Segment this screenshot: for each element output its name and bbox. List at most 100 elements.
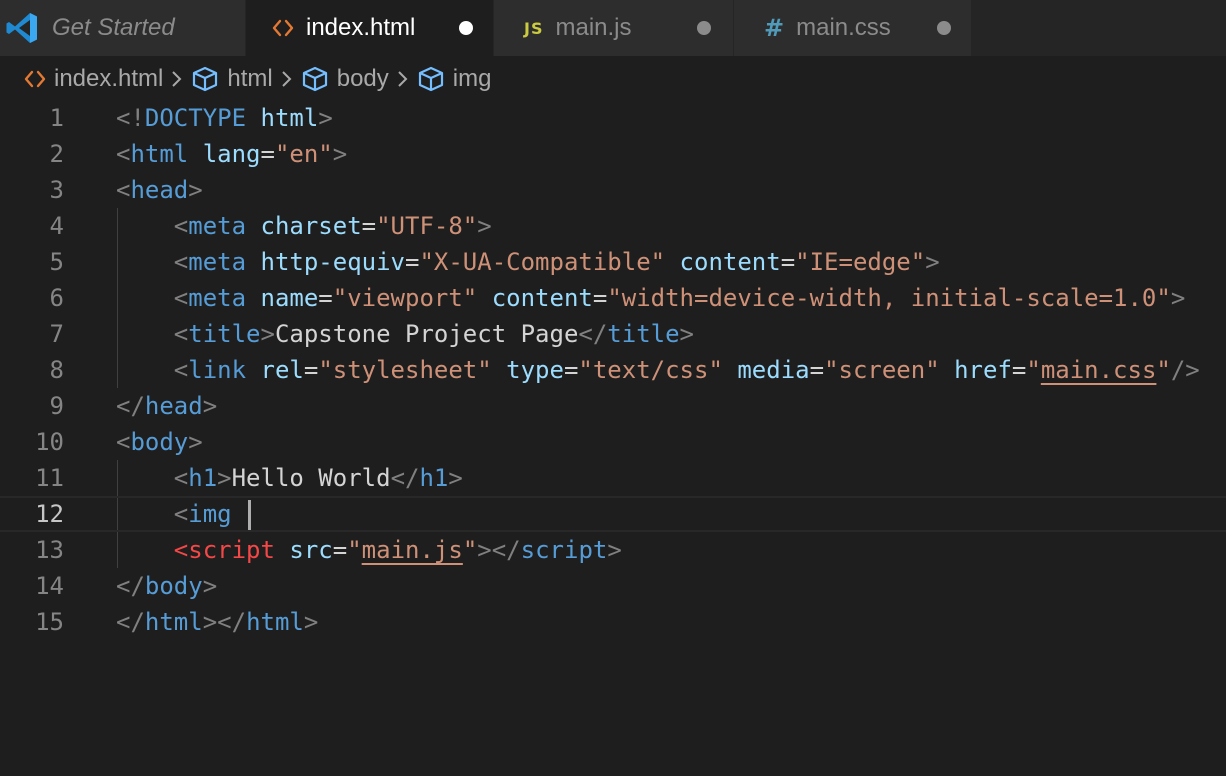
code-tag-name: html — [130, 140, 189, 168]
tab-get-started[interactable]: Get Started — [0, 0, 246, 56]
code-content[interactable]: <script src="main.js"></script> — [116, 532, 622, 568]
line-number: 12 — [35, 500, 64, 528]
code-content[interactable]: <h1>Hello World</h1> — [116, 460, 463, 496]
line-number: 11 — [35, 464, 64, 492]
code-tag-name: meta — [188, 284, 247, 312]
code-attribute: lang — [202, 140, 261, 168]
code-tag-name: h1 — [419, 464, 449, 492]
code-string: " — [1156, 356, 1171, 384]
code-tag-name: head — [144, 392, 203, 420]
code-text: = — [332, 536, 348, 564]
code-line[interactable]: 2 <html lang="en"> — [0, 136, 1226, 172]
code-text: = — [361, 212, 377, 240]
code-content[interactable]: <head> — [116, 172, 203, 208]
code-punctuation: </ — [116, 608, 145, 636]
tab-label: Get Started — [52, 14, 175, 41]
code-tag-name: h1 — [188, 464, 218, 492]
code-tag-name: html — [246, 608, 304, 636]
tab-main-js[interactable]: JS main.js — [494, 0, 734, 56]
code-text: Hello World — [231, 464, 391, 492]
code-content[interactable]: </head> — [116, 388, 217, 424]
code-punctuation: < — [173, 500, 189, 528]
code-text: = — [563, 356, 579, 384]
code-content[interactable]: <link rel="stylesheet" type="text/css" m… — [116, 352, 1200, 388]
code-link[interactable]: main.css — [1041, 356, 1157, 384]
line-number: 10 — [35, 428, 64, 456]
breadcrumb-label: html — [227, 65, 273, 92]
code-line[interactable]: 14 </body> — [0, 568, 1226, 604]
tab-main-css[interactable]: # main.css — [734, 0, 972, 56]
unsaved-dot-icon[interactable] — [459, 21, 473, 35]
code-punctuation: < — [116, 176, 131, 204]
code-line[interactable]: 10 <body> — [0, 424, 1226, 460]
code-text: = — [260, 140, 275, 168]
code-content[interactable]: <meta charset="UTF-8"> — [116, 208, 492, 244]
line-number: 14 — [35, 572, 64, 600]
css-file-icon: # — [764, 14, 785, 42]
code-line[interactable]: 15 </html></html> — [0, 604, 1226, 640]
code-tag-name: head — [130, 176, 189, 204]
code-punctuation: > — [202, 572, 218, 600]
code-content[interactable]: <meta name="viewport" content="width=dev… — [116, 280, 1186, 316]
breadcrumb-item-body[interactable]: body — [301, 65, 389, 93]
unsaved-dot-icon[interactable] — [937, 21, 951, 35]
code-line[interactable]: 5 <meta http-equiv="X-UA-Compatible" con… — [0, 244, 1226, 280]
breadcrumb-item-img[interactable]: img — [417, 65, 491, 93]
chevron-right-icon — [171, 69, 183, 89]
code-line[interactable]: 1 <!DOCTYPE html> — [0, 100, 1226, 136]
code-punctuation: > — [303, 608, 319, 636]
code-content[interactable]: </html></html> — [116, 604, 318, 640]
unsaved-dot-icon[interactable] — [697, 21, 711, 35]
code-line[interactable]: 3 <head> — [0, 172, 1226, 208]
code-line[interactable]: 4 <meta charset="UTF-8"> — [0, 208, 1226, 244]
breadcrumb: index.html html body img — [0, 56, 1226, 102]
code-text: = — [592, 284, 608, 312]
code-text: = — [780, 248, 796, 276]
code-attribute: http-equiv — [260, 248, 406, 276]
code-line[interactable]: 7 <title>Capstone Project Page</title> — [0, 316, 1226, 352]
tab-label: main.js — [555, 14, 632, 41]
code-line[interactable]: 12 <img — [0, 496, 1226, 532]
code-content[interactable]: <html lang="en"> — [116, 136, 347, 172]
code-line[interactable]: 8 <link rel="stylesheet" type="text/css"… — [0, 352, 1226, 388]
code-string: " — [462, 536, 478, 564]
code-attribute: content — [679, 248, 781, 276]
code-tag-name: script — [520, 536, 608, 564]
code-tag-name: meta — [188, 212, 247, 240]
code-text: = — [303, 356, 319, 384]
code-content[interactable]: <!DOCTYPE html> — [116, 100, 333, 136]
code-punctuation: > — [332, 140, 348, 168]
breadcrumb-item-file[interactable]: index.html — [24, 65, 163, 93]
code-content[interactable]: </body> — [116, 568, 217, 604]
code-line[interactable]: 6 <meta name="viewport" content="width=d… — [0, 280, 1226, 316]
code-line[interactable]: 13 <script src="main.js"></script> — [0, 532, 1226, 568]
breadcrumb-item-html[interactable]: html — [191, 65, 273, 93]
code-editor[interactable]: 1 <!DOCTYPE html> 2 <html lang="en"> 3 <head>… — [0, 100, 1226, 776]
code-punctuation: < — [173, 248, 189, 276]
code-string: "IE=edge" — [795, 248, 926, 276]
code-tag-name: DOCTYPE — [144, 104, 247, 132]
line-number: 3 — [49, 176, 64, 204]
code-string: "UTF-8" — [376, 212, 478, 240]
code-line[interactable]: 9 </head> — [0, 388, 1226, 424]
code-punctuation: < — [173, 356, 189, 384]
code-content[interactable]: <title>Capstone Project Page</title> — [116, 316, 694, 352]
code-string: " — [1026, 356, 1041, 384]
code-content[interactable]: <img — [116, 496, 252, 532]
code-attribute: href — [954, 356, 1012, 384]
code-punctuation: < — [173, 284, 189, 312]
code-line[interactable]: 11 <h1>Hello World</h1> — [0, 460, 1226, 496]
code-link[interactable]: main.js — [362, 536, 463, 564]
code-content[interactable]: <body> — [116, 424, 203, 460]
tab-index-html[interactable]: index.html — [246, 0, 494, 56]
code-tag-name: html — [144, 608, 203, 636]
line-number: 7 — [49, 320, 64, 348]
code-content[interactable]: <meta http-equiv="X-UA-Compatible" conte… — [116, 244, 940, 280]
